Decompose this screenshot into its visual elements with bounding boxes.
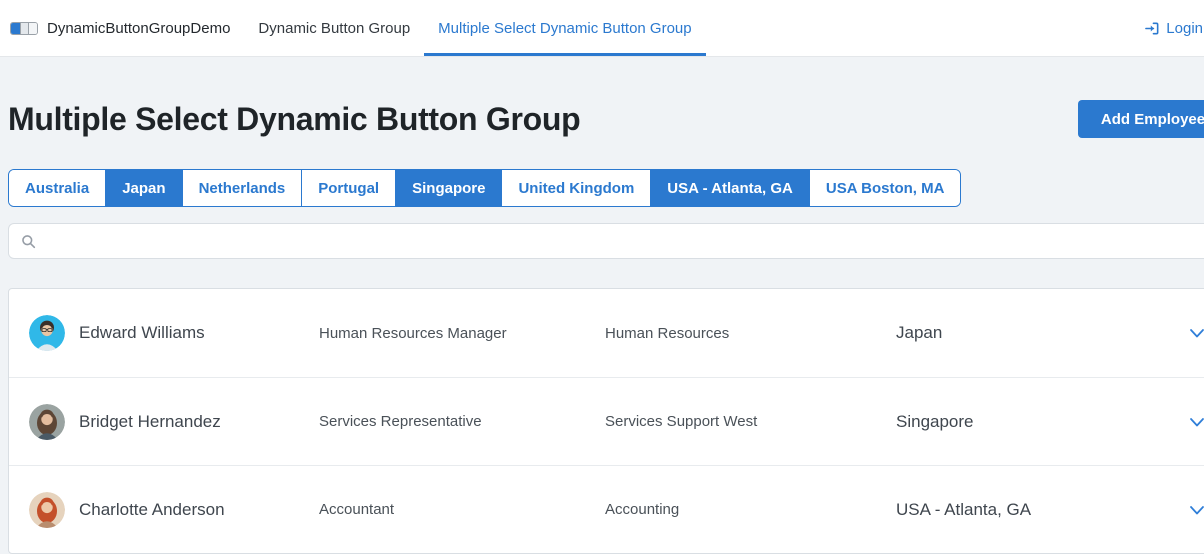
employee-department: Human Resources: [605, 324, 730, 342]
employee-name: Charlotte Anderson: [79, 499, 225, 519]
brand-link[interactable]: DynamicButtonGroupDemo: [10, 0, 230, 56]
page-title: Multiple Select Dynamic Button Group: [8, 101, 581, 137]
avatar: [29, 491, 79, 528]
chevron-down-icon[interactable]: [1177, 411, 1204, 433]
employee-country: Japan: [896, 323, 943, 342]
employee-department: Accounting: [605, 501, 680, 518]
country-select-bar: Australia Japan Netherlands Portugal Singapo…: [8, 169, 962, 207]
country-filter-button[interactable]: United Kingdom: [501, 170, 651, 206]
employee-country: Singapore: [896, 411, 974, 431]
employee-job-title: Services Representative: [319, 413, 482, 430]
button-group-icon: [10, 21, 38, 35]
navbar-links: Dynamic Button Group Multiple Select Dyna…: [244, 0, 706, 56]
country-filter-button[interactable]: Portugal: [301, 170, 396, 206]
country-filter-button[interactable]: USA Boston, MA: [808, 170, 961, 206]
navbar-link[interactable]: Multiple Select Dynamic Button Group: [424, 0, 706, 56]
employee-row[interactable]: Edward Williams Human Resources Manager …: [9, 289, 1204, 377]
employee-row[interactable]: Charlotte Anderson Accountant Accounting…: [9, 465, 1204, 553]
page-header: Multiple Select Dynamic Button Group Add…: [8, 99, 1204, 139]
employee-department: Services Support West: [605, 413, 758, 430]
add-employee-button[interactable]: Add Employee: [1078, 100, 1204, 138]
country-filter-row: Australia Japan Netherlands Portugal Singapo…: [8, 169, 1196, 207]
search-box: [8, 223, 1204, 259]
login-label: Login: [1166, 19, 1203, 37]
employee-job-title: Accountant: [319, 501, 395, 518]
chevron-down-icon[interactable]: [1177, 322, 1204, 344]
search-icon: [22, 234, 36, 248]
sign-in-icon: [1145, 22, 1159, 34]
employee-list: Edward Williams Human Resources Manager …: [8, 288, 1204, 554]
search-input[interactable]: [45, 224, 1204, 258]
avatar: [29, 403, 79, 440]
navbar-link[interactable]: Dynamic Button Group: [244, 0, 424, 56]
country-filter-button[interactable]: USA - Atlanta, GA: [650, 170, 809, 206]
employee-name: Edward Williams: [79, 323, 205, 342]
employee-job-title: Human Resources Manager: [319, 324, 507, 342]
page-content: Multiple Select Dynamic Button Group Add…: [0, 99, 1204, 554]
country-filter-button[interactable]: Netherlands: [181, 170, 302, 206]
employee-name: Bridget Hernandez: [79, 411, 221, 431]
top-navbar: DynamicButtonGroupDemo Dynamic Button Gr…: [0, 0, 1204, 57]
login-link[interactable]: Login: [1145, 0, 1204, 56]
employee-row[interactable]: Bridget Hernandez Services Representativ…: [9, 377, 1204, 465]
country-filter-button[interactable]: Japan: [105, 170, 182, 206]
brand-label: DynamicButtonGroupDemo: [47, 19, 231, 37]
employee-country: USA - Atlanta, GA: [896, 499, 1032, 519]
avatar: [29, 315, 79, 351]
country-filter-button[interactable]: Singapore: [395, 170, 502, 206]
country-filter-button[interactable]: Australia: [9, 170, 106, 206]
chevron-down-icon[interactable]: [1177, 499, 1204, 521]
